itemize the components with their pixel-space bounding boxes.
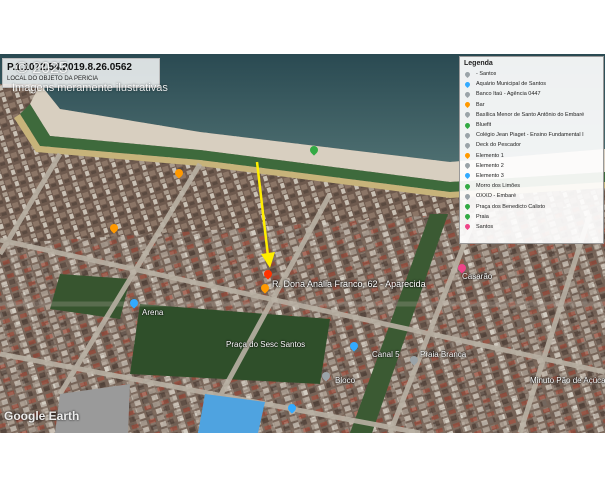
praca-label: Praça do Sesc Santos <box>226 340 306 349</box>
google-earth-logo: Google Earth <box>4 409 80 423</box>
casarao-label: Casarão <box>462 272 493 281</box>
minuto-label: Minuto Pão de Açúcar <box>530 376 605 385</box>
bloco-label: Bloco <box>335 376 356 385</box>
address-label: R. Dona Anália Franco, 62 - Aparecida <box>272 279 426 289</box>
arrow-head <box>261 252 275 268</box>
canal-label: Canal 5 <box>372 350 400 359</box>
praia-branca-label: Praia Branca <box>420 350 467 359</box>
arena-label: Arena <box>142 308 164 317</box>
pointer-arrow <box>255 161 275 268</box>
satellite-map[interactable]: P.1.1072.54.2019.8.26.0562 LOCAL DO OBJE… <box>0 54 605 433</box>
arrow-shaft <box>255 161 270 257</box>
